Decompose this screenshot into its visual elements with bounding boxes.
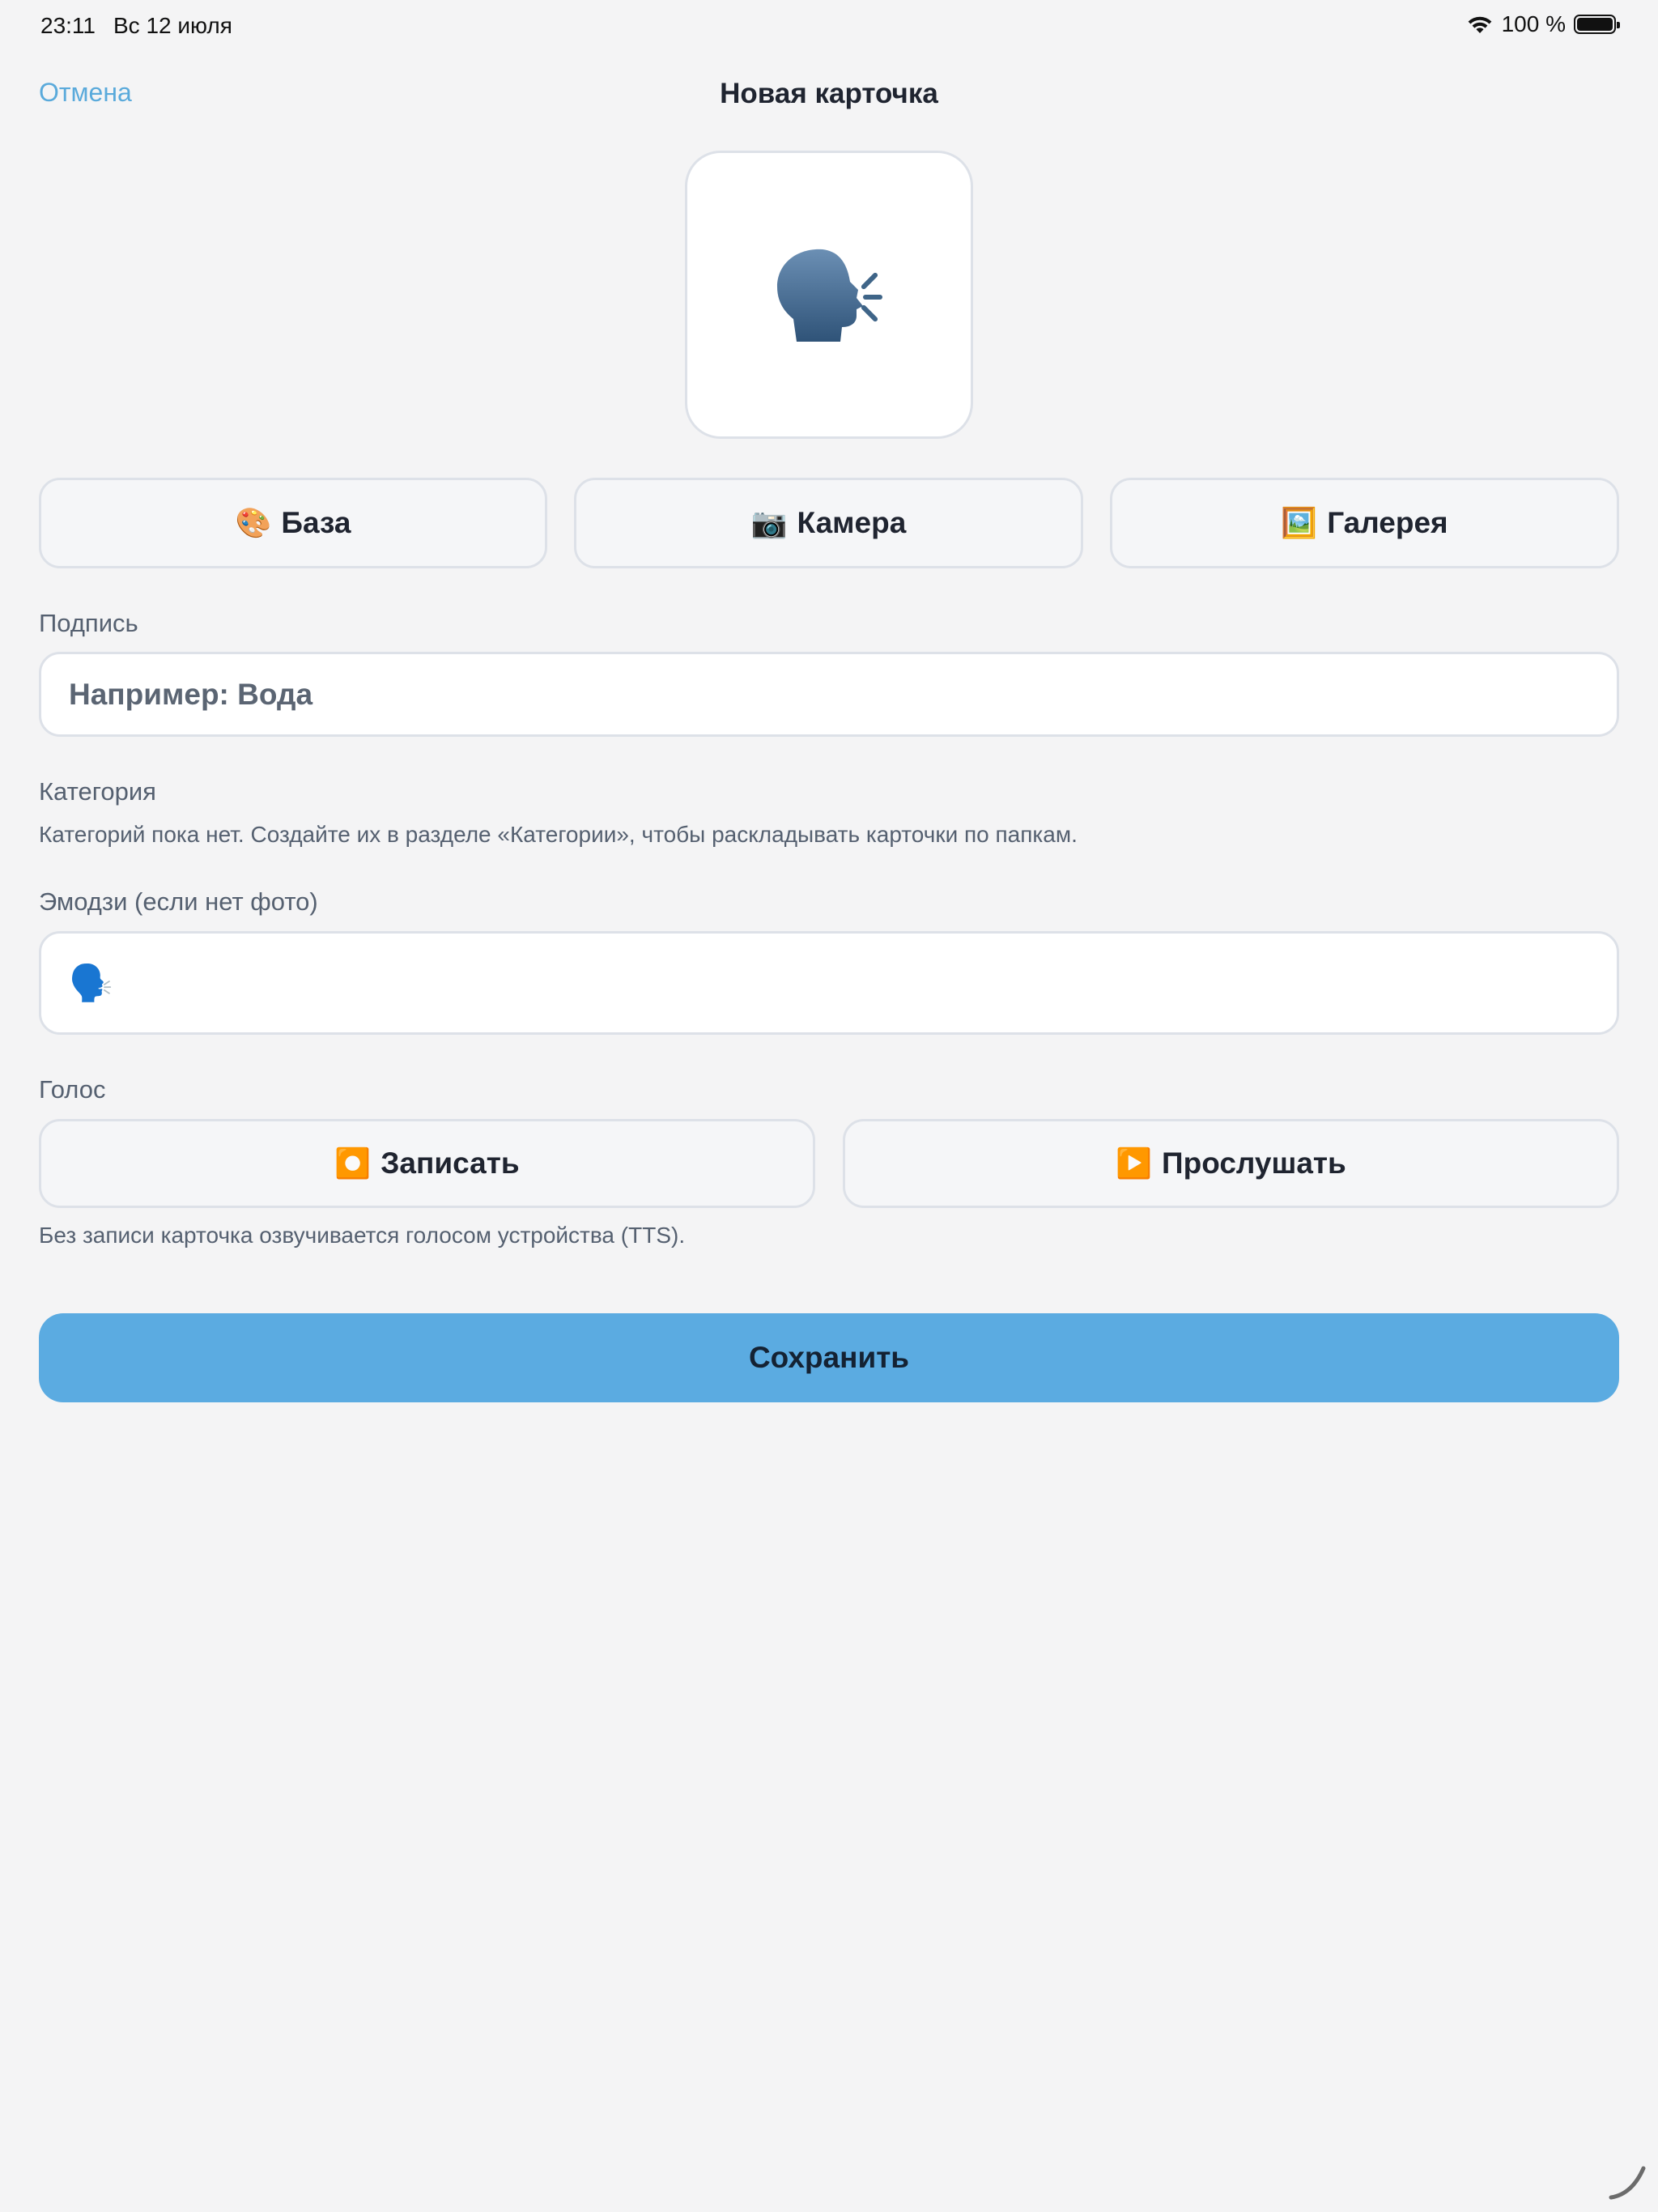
- card-preview[interactable]: [685, 151, 973, 439]
- battery-icon: [1574, 15, 1620, 34]
- speaking-head-icon: [777, 249, 882, 342]
- record-icon: ⏺️: [334, 1146, 372, 1180]
- camera-button-label: Камера: [797, 506, 907, 539]
- record-button-label: Записать: [380, 1146, 520, 1180]
- emoji-field[interactable]: 🗣️: [39, 931, 1619, 1035]
- category-hint: Категорий пока нет. Создайте их в раздел…: [39, 822, 1078, 847]
- corner-indicator-icon: [1609, 2166, 1646, 2200]
- camera-icon: 📷: [750, 506, 788, 539]
- gallery-button-label: Галерея: [1327, 506, 1448, 539]
- caption-label: Подпись: [39, 609, 138, 637]
- emoji-label: Эмодзи (если нет фото): [39, 887, 318, 916]
- camera-button[interactable]: 📷 Камера: [574, 478, 1083, 568]
- caption-input[interactable]: [69, 677, 1617, 712]
- base-button-label: База: [281, 506, 351, 539]
- emoji-value: 🗣️: [69, 963, 113, 1003]
- category-label: Категория: [39, 777, 156, 806]
- play-icon: ▶️: [1116, 1146, 1153, 1180]
- voice-hint: Без записи карточка озвучивается голосом…: [39, 1223, 686, 1248]
- status-date: Вс 12 июля: [113, 13, 232, 38]
- battery-percent: 100 %: [1501, 11, 1566, 36]
- caption-field[interactable]: [39, 652, 1619, 737]
- battery-fill: [1577, 18, 1613, 31]
- wifi-icon: [1468, 16, 1491, 33]
- status-time: 23:11: [40, 13, 96, 38]
- record-button[interactable]: ⏺️ Записать: [39, 1119, 815, 1208]
- palette-icon: 🎨: [235, 506, 272, 539]
- page-title: Новая карточка: [720, 78, 938, 109]
- new-card-screen: 23:11 Вс 12 июля 100 % Отмена Новая карт…: [0, 0, 1658, 2212]
- picture-icon: 🖼️: [1281, 506, 1318, 539]
- play-button[interactable]: ▶️ Прослушать: [843, 1119, 1619, 1208]
- gallery-button[interactable]: 🖼️ Галерея: [1110, 478, 1619, 568]
- save-button[interactable]: Сохранить: [39, 1313, 1619, 1402]
- voice-label: Голос: [39, 1075, 106, 1104]
- play-button-label: Прослушать: [1162, 1146, 1346, 1180]
- status-indicators: 100 %: [1466, 11, 1620, 37]
- status-bar: 23:11 Вс 12 июля 100 %: [0, 0, 1658, 52]
- base-button[interactable]: 🎨 База: [39, 478, 547, 568]
